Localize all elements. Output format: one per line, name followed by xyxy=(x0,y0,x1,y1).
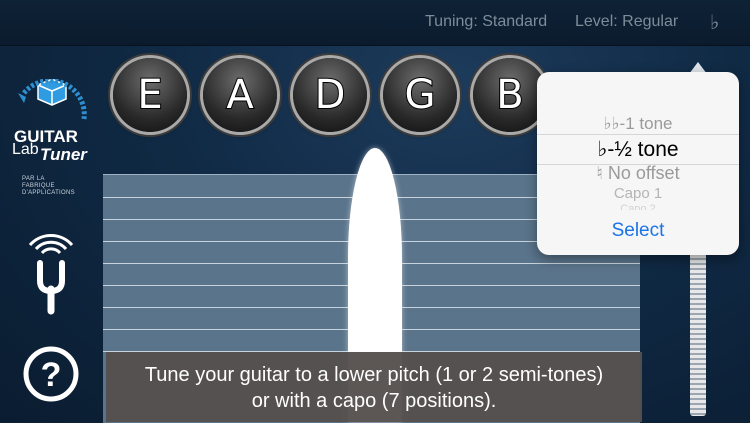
string-label: E xyxy=(136,71,163,119)
offset-picker-popup: ♭♭-1 tone ♭-½ tone ♮ No offset Capo 1 Ca… xyxy=(537,72,739,255)
banner-line-2: or with a capo (7 positions). xyxy=(251,390,497,412)
logo-text-lab: Lab xyxy=(12,141,39,158)
level-label[interactable]: Level: Regular xyxy=(575,13,678,31)
select-button[interactable]: Select xyxy=(537,207,739,255)
string-button-d[interactable]: D xyxy=(293,58,367,132)
svg-text:?: ? xyxy=(41,356,62,394)
tuning-label[interactable]: Tuning: Standard xyxy=(425,13,547,31)
banner-line-1: Tune your guitar to a lower pitch (1 or … xyxy=(144,364,604,386)
string-label: D xyxy=(314,71,347,119)
picker-item[interactable]: ♭♭-1 tone xyxy=(537,114,739,134)
picker-divider xyxy=(537,134,739,135)
picker-item[interactable]: Capo 1 xyxy=(537,185,739,202)
string-button-e[interactable]: E xyxy=(113,58,187,132)
sidebar: GUITAR Lab Tuner PAR LA FABRIQUE D'APPLI… xyxy=(0,45,102,422)
string-button-g[interactable]: G xyxy=(383,58,457,132)
tagline-3: D'APPLICATIONS xyxy=(22,190,75,196)
tagline-1: PAR LA xyxy=(22,176,45,182)
tagline-2: FABRIQUE xyxy=(22,183,55,189)
level-slider[interactable] xyxy=(690,250,706,416)
offset-flat-icon[interactable]: ♭ xyxy=(710,10,719,35)
logo-tagline: PAR LA FABRIQUE D'APPLICATIONS xyxy=(22,176,75,197)
string-label: A xyxy=(225,71,254,119)
info-banner: Tune your guitar to a lower pitch (1 or … xyxy=(106,352,642,422)
string-button-b[interactable]: B xyxy=(473,58,547,132)
string-label: B xyxy=(495,71,524,119)
string-button-a[interactable]: A xyxy=(203,58,277,132)
help-icon[interactable]: ? xyxy=(22,345,80,403)
tuning-fork-icon[interactable] xyxy=(22,225,80,315)
picker-item-selected[interactable]: ♭-½ tone xyxy=(537,137,739,162)
top-bar: Tuning: Standard Level: Regular ♭ xyxy=(0,0,750,46)
string-label: G xyxy=(404,71,437,119)
picker-item[interactable]: ♮ No offset xyxy=(537,163,739,184)
logo-text-tuner: Tuner xyxy=(40,145,87,164)
